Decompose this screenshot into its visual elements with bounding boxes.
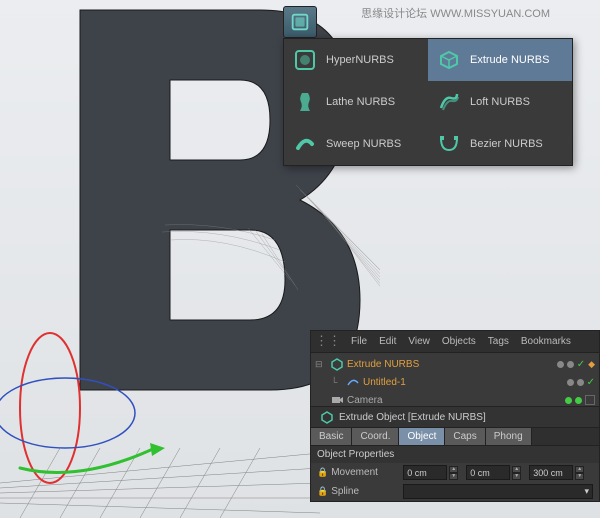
tree-collapse-icon[interactable]: ⊟ xyxy=(315,359,327,370)
chevron-down-icon: ▾ xyxy=(584,486,589,497)
menu-extrude-nurbs[interactable]: Extrude NURBS xyxy=(428,39,572,81)
objects-panel: ⋮⋮ File Edit View Objects Tags Bookmarks… xyxy=(310,330,600,412)
attr-title: Extrude Object [Extrude NURBS] xyxy=(339,412,486,423)
movement-x-input[interactable] xyxy=(403,465,447,480)
attr-tabs: Basic Coord. Object Caps Phong xyxy=(311,427,599,445)
menu-sweep-nurbs[interactable]: Sweep NURBS xyxy=(284,123,428,165)
tree-row-untitled[interactable]: └ Untitled-1 ✓ xyxy=(311,373,599,391)
object-tree: ⊟ Extrude NURBS ✓◆ └ Untitled-1 ✓ Camera xyxy=(311,353,599,411)
attr-row-spline: 🔒 Spline ▾ xyxy=(311,482,599,501)
extrude-nurbs-icon xyxy=(436,47,462,73)
menu-objects[interactable]: Objects xyxy=(436,333,482,350)
attr-row-movement: 🔒 Movement ▲▼ ▲▼ ▲▼ xyxy=(311,463,599,482)
menu-edit[interactable]: Edit xyxy=(373,333,402,350)
lock-icon[interactable]: 🔒 xyxy=(317,467,328,478)
menu-label: Extrude NURBS xyxy=(470,54,549,66)
camera-view-toggle[interactable] xyxy=(585,395,595,405)
lock-icon[interactable]: 🔒 xyxy=(317,486,328,497)
attributes-panel: Extrude Object [Extrude NURBS] Basic Coo… xyxy=(310,406,600,502)
enable-tick[interactable]: ✓ xyxy=(587,377,595,388)
watermark-text: 思缘设计论坛 WWW.MISSYUAN.COM xyxy=(361,5,550,21)
hypernurbs-icon xyxy=(292,47,318,73)
menu-bezier-nurbs[interactable]: Bezier NURBS xyxy=(428,123,572,165)
menu-hypernurbs[interactable]: HyperNURBS xyxy=(284,39,428,81)
menubar-handle-icon[interactable]: ⋮⋮ xyxy=(315,333,341,350)
menu-file[interactable]: File xyxy=(345,333,373,350)
vis-dot[interactable] xyxy=(567,361,574,368)
tab-object[interactable]: Object xyxy=(399,428,445,445)
tab-basic[interactable]: Basic xyxy=(311,428,352,445)
menu-label: Sweep NURBS xyxy=(326,138,401,150)
attr-label: Spline xyxy=(331,486,403,497)
nurbs-toolbar-button[interactable] xyxy=(283,6,317,38)
extrude-icon xyxy=(320,410,334,424)
sweep-nurbs-icon xyxy=(292,131,318,157)
menu-loft-nurbs[interactable]: Loft NURBS xyxy=(428,81,572,123)
spline-dropdown[interactable]: ▾ xyxy=(403,484,593,499)
loft-nurbs-icon xyxy=(436,89,462,115)
menu-view[interactable]: View xyxy=(402,333,436,350)
spinner-up[interactable]: ▲ xyxy=(449,466,458,473)
attr-section-header: Object Properties xyxy=(311,445,599,463)
tab-phong[interactable]: Phong xyxy=(486,428,532,445)
menu-bookmarks[interactable]: Bookmarks xyxy=(515,333,577,350)
menu-tags[interactable]: Tags xyxy=(482,333,515,350)
extrude-icon xyxy=(330,357,344,371)
attr-label: Movement xyxy=(331,467,403,478)
objects-menubar: ⋮⋮ File Edit View Objects Tags Bookmarks xyxy=(311,331,599,353)
spline-icon xyxy=(346,375,360,389)
vis-dot[interactable] xyxy=(575,397,582,404)
movement-z-input[interactable] xyxy=(529,465,573,480)
menu-label: Lathe NURBS xyxy=(326,96,395,108)
axis-gizmo[interactable] xyxy=(0,318,170,498)
spinner-up[interactable]: ▲ xyxy=(512,466,521,473)
tree-row-extrude[interactable]: ⊟ Extrude NURBS ✓◆ xyxy=(311,355,599,373)
vis-dot[interactable] xyxy=(557,361,564,368)
menu-label: HyperNURBS xyxy=(326,54,394,66)
movement-y-input[interactable] xyxy=(466,465,510,480)
bezier-nurbs-icon xyxy=(436,131,462,157)
enable-tick[interactable]: ✓ xyxy=(577,359,585,370)
vis-dot[interactable] xyxy=(567,379,574,386)
nurbs-popup-menu: HyperNURBS Extrude NURBS Lathe NURBS Lof… xyxy=(283,38,573,166)
menu-label: Loft NURBS xyxy=(470,96,530,108)
tab-coord[interactable]: Coord. xyxy=(352,428,399,445)
spinner-down[interactable]: ▼ xyxy=(575,473,584,480)
tree-branch-icon: └ xyxy=(331,377,343,387)
vis-dot[interactable] xyxy=(577,379,584,386)
lathe-nurbs-icon xyxy=(292,89,318,115)
camera-icon xyxy=(330,393,344,407)
menu-lathe-nurbs[interactable]: Lathe NURBS xyxy=(284,81,428,123)
menu-label: Bezier NURBS xyxy=(470,138,543,150)
spinner-up[interactable]: ▲ xyxy=(575,466,584,473)
tree-label: Extrude NURBS xyxy=(347,359,557,370)
tree-label: Camera xyxy=(347,395,565,406)
tab-caps[interactable]: Caps xyxy=(445,428,485,445)
spinner-down[interactable]: ▼ xyxy=(512,473,521,480)
vis-dot[interactable] xyxy=(565,397,572,404)
tree-label: Untitled-1 xyxy=(363,377,567,388)
tag-icon[interactable]: ◆ xyxy=(588,359,595,370)
spinner-down[interactable]: ▼ xyxy=(449,473,458,480)
attr-header: Extrude Object [Extrude NURBS] xyxy=(311,407,599,427)
